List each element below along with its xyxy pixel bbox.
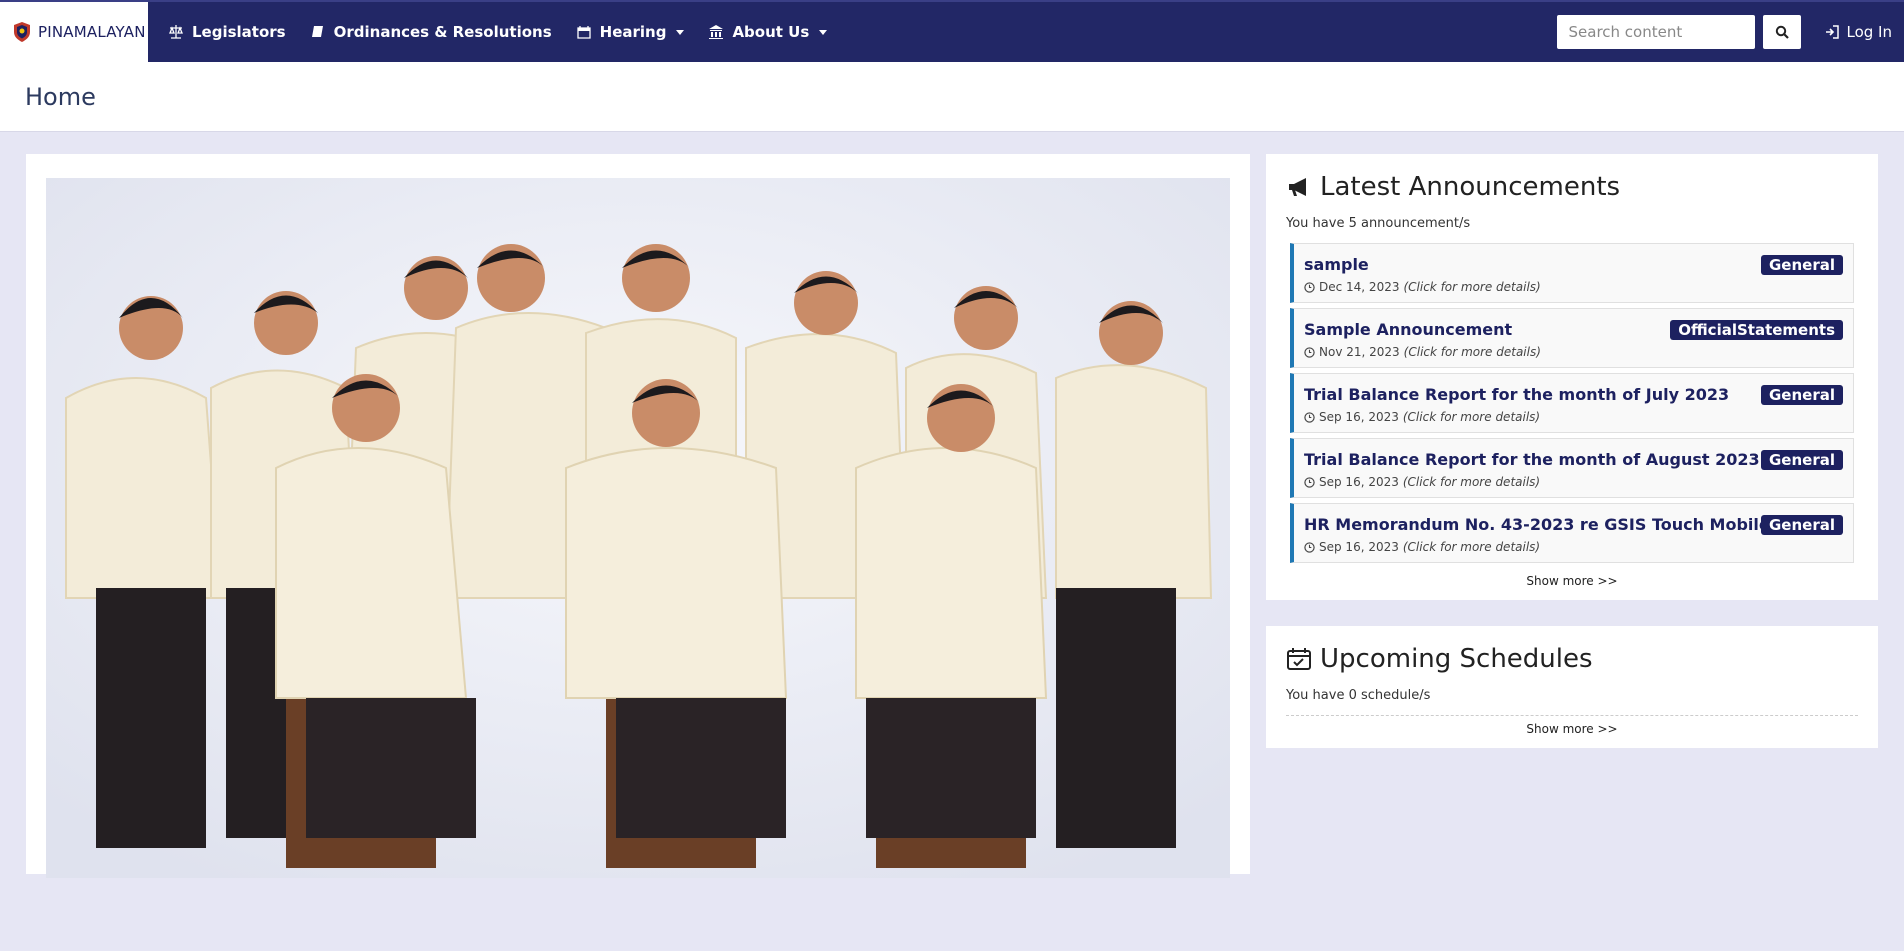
announcements-count: You have 5 announcement/s xyxy=(1286,216,1471,231)
clock-icon xyxy=(1304,281,1315,293)
schedules-title: Upcoming Schedules xyxy=(1320,644,1593,674)
municipal-seal-icon xyxy=(14,22,30,42)
schedules-show-more-link[interactable]: Show more >> xyxy=(1286,716,1858,744)
schedules-count: You have 0 schedule/s xyxy=(1286,688,1431,703)
page-title: Home xyxy=(25,82,96,111)
nav-right: Log In xyxy=(1556,2,1893,62)
group-photo-illustration xyxy=(46,178,1230,878)
schedules-card: Upcoming Schedules You have 0 schedule/s… xyxy=(1266,626,1878,748)
announcement-hint: (Click for more details) xyxy=(1402,540,1541,554)
nav-about-us-label: About Us xyxy=(732,23,810,41)
calendar-check-icon xyxy=(1287,648,1311,670)
schedules-heading: Upcoming Schedules xyxy=(1286,644,1858,674)
nav-legislators[interactable]: Legislators xyxy=(156,2,298,62)
book-icon xyxy=(311,26,323,37)
announcement-meta: Dec 14, 2023 (Click for more details) xyxy=(1304,280,1843,294)
announcement-date: Sep 16, 2023 xyxy=(1319,410,1399,424)
announcement-meta: Sep 16, 2023 (Click for more details) xyxy=(1304,410,1843,424)
nav-ordinances[interactable]: Ordinances & Resolutions xyxy=(298,2,564,62)
nav-hearing-label: Hearing xyxy=(599,23,667,41)
clock-icon xyxy=(1304,476,1315,488)
announcement-item[interactable]: HR Memorandum No. 43-2023 re GSIS Touch … xyxy=(1290,503,1854,563)
announcement-item[interactable]: Trial Balance Report for the month of Au… xyxy=(1290,438,1854,498)
announcement-meta: Nov 21, 2023 (Click for more details) xyxy=(1304,345,1843,359)
nav-ordinances-label: Ordinances & Resolutions xyxy=(333,23,552,41)
search-button[interactable] xyxy=(1762,15,1801,49)
nav-hearing[interactable]: Hearing xyxy=(564,2,697,62)
brand-name: PINAMALAYAN xyxy=(38,23,146,41)
announcements-title: Latest Announcements xyxy=(1320,172,1621,202)
clock-icon xyxy=(1304,541,1315,553)
featured-photo-panel xyxy=(26,154,1250,878)
announcement-date: Nov 21, 2023 xyxy=(1319,345,1400,359)
announcements-show-more-link[interactable]: Show more >> xyxy=(1286,568,1858,596)
legislators-group-photo xyxy=(46,178,1230,878)
announcement-meta: Sep 16, 2023 (Click for more details) xyxy=(1304,475,1843,489)
category-badge: OfficialStatements xyxy=(1670,320,1843,340)
sidebar: Latest Announcements You have 5 announce… xyxy=(1266,154,1878,748)
calendar-icon xyxy=(576,26,591,39)
clock-icon xyxy=(1304,411,1315,423)
main-menu: Legislators Ordinances & Resolutions Hea… xyxy=(156,2,839,62)
sign-in-icon xyxy=(1825,25,1839,39)
category-badge: General xyxy=(1761,450,1843,470)
nav-about-us[interactable]: About Us xyxy=(696,2,839,62)
top-navbar: PINAMALAYAN Legislators Ordinances & Res… xyxy=(0,0,1904,62)
announcement-hint: (Click for more details) xyxy=(1402,410,1541,424)
nav-legislators-label: Legislators xyxy=(192,23,286,41)
bullhorn-icon xyxy=(1289,178,1306,196)
scale-icon xyxy=(169,25,183,39)
chevron-down-icon xyxy=(676,29,685,35)
page-header: Home xyxy=(0,62,1904,132)
category-badge: General xyxy=(1761,385,1843,405)
category-badge: General xyxy=(1761,255,1843,275)
chevron-down-icon xyxy=(819,29,828,35)
announcement-date: Dec 14, 2023 xyxy=(1319,280,1400,294)
announcement-date: Sep 16, 2023 xyxy=(1319,540,1399,554)
announcement-item[interactable]: Sample Announcement Nov 21, 2023 (Click … xyxy=(1290,308,1854,368)
clock-icon xyxy=(1304,346,1315,358)
announcement-meta: Sep 16, 2023 (Click for more details) xyxy=(1304,540,1843,554)
announcements-card: Latest Announcements You have 5 announce… xyxy=(1266,154,1878,600)
brand-home-link[interactable]: PINAMALAYAN xyxy=(0,2,148,62)
search-icon xyxy=(1775,25,1789,39)
announcement-hint: (Click for more details) xyxy=(1403,280,1541,294)
institution-icon xyxy=(709,25,724,39)
search-input[interactable] xyxy=(1556,15,1755,49)
announcements-heading: Latest Announcements xyxy=(1286,172,1858,202)
category-badge: General xyxy=(1761,515,1843,535)
announcement-item[interactable]: sample Dec 14, 2023 (Click for more deta… xyxy=(1290,243,1854,303)
announcement-date: Sep 16, 2023 xyxy=(1319,475,1399,489)
login-link[interactable]: Log In xyxy=(1825,23,1893,41)
announcement-hint: (Click for more details) xyxy=(1402,475,1541,489)
announcement-hint: (Click for more details) xyxy=(1403,345,1541,359)
login-label: Log In xyxy=(1846,23,1893,41)
announcement-item[interactable]: Trial Balance Report for the month of Ju… xyxy=(1290,373,1854,433)
